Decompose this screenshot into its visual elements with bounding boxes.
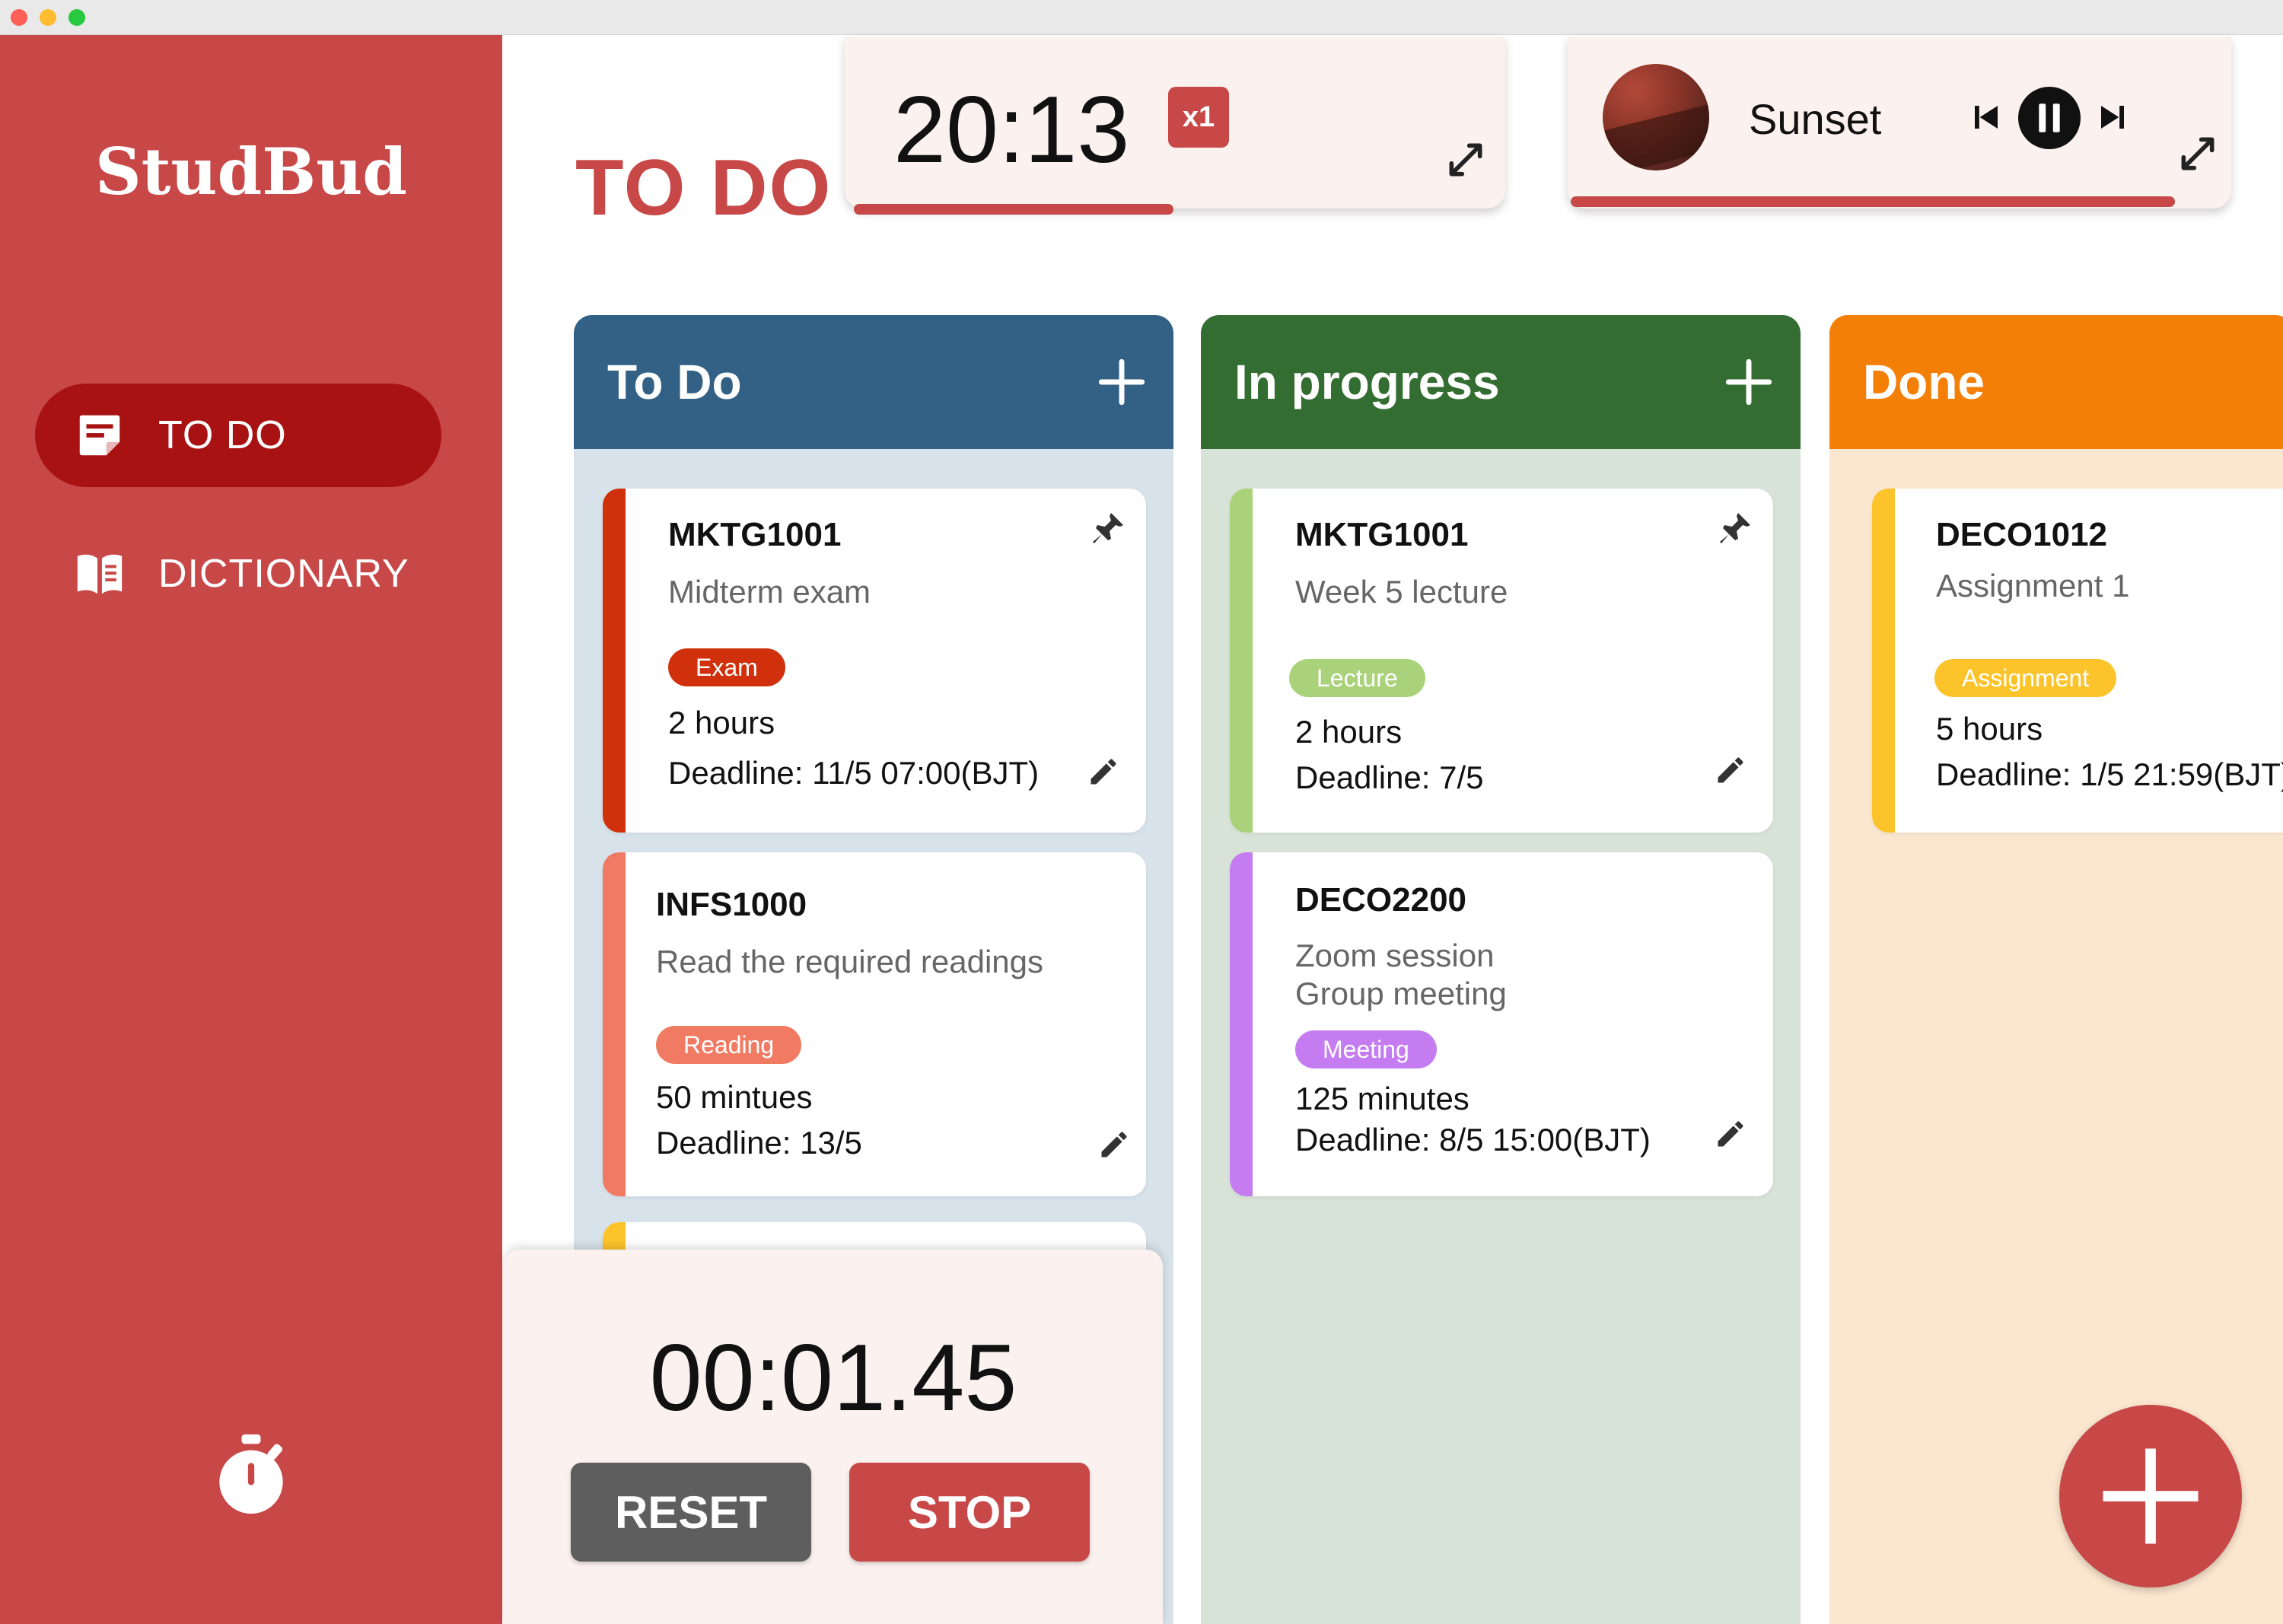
course-code: MKTG1001 <box>668 516 842 553</box>
card-color-stripe <box>1230 852 1253 1196</box>
column-header: Done <box>1829 315 2283 449</box>
add-task-button[interactable] <box>2059 1405 2242 1587</box>
task-deadline: Deadline: 8/5 15:00(BJT) <box>1295 1122 1651 1157</box>
stop-button[interactable]: STOP <box>849 1463 1090 1562</box>
edit-icon[interactable] <box>1087 755 1120 788</box>
maximize-window-button[interactable] <box>68 9 85 26</box>
task-deadline: Deadline: 1/5 21:59(BJT) <box>1936 756 2283 792</box>
add-icon <box>2103 1448 2199 1544</box>
sidebar-item-label: TO DO <box>158 413 287 457</box>
edit-icon[interactable] <box>1097 1128 1131 1161</box>
course-code: INFS1000 <box>656 886 807 923</box>
task-duration: 2 hours <box>1295 714 1403 750</box>
task-tag: Lecture <box>1289 659 1425 697</box>
expand-icon[interactable] <box>2176 132 2219 175</box>
sidebar-item-label: DICTIONARY <box>158 552 409 596</box>
next-track-icon[interactable] <box>2097 102 2128 132</box>
task-card[interactable]: INFS1000 Read the required readings Read… <box>603 852 1146 1196</box>
card-color-stripe <box>1872 489 1895 833</box>
task-tag: Assignment <box>1934 659 2117 697</box>
course-code: DECO2200 <box>1295 881 1467 919</box>
task-duration: 2 hours <box>668 705 775 740</box>
music-progress-bar <box>1571 196 2175 207</box>
column-title: Done <box>1863 355 1985 409</box>
add-icon[interactable] <box>1097 358 1146 406</box>
stopwatch-icon[interactable] <box>213 1434 289 1517</box>
task-duration: 5 hours <box>1936 711 2043 747</box>
task-description: Midterm exam <box>668 574 871 610</box>
speed-badge[interactable]: x1 <box>1168 87 1229 148</box>
task-card[interactable]: MKTG1001 Midterm exam Exam 2 hours Deadl… <box>603 489 1146 833</box>
card-color-stripe <box>603 852 626 1196</box>
task-tag: Meeting <box>1295 1030 1437 1068</box>
note-icon <box>79 415 120 456</box>
task-card[interactable]: DECO2200 Zoom session Group meeting Meet… <box>1230 852 1773 1196</box>
sidebar-item-todo[interactable]: TO DO <box>35 384 441 487</box>
sidebar: StudBud TO DO DICTIONARY <box>0 35 502 1624</box>
window-titlebar <box>0 0 2283 35</box>
expand-icon[interactable] <box>1444 139 1487 181</box>
course-code: MKTG1001 <box>1295 516 1469 553</box>
column-title: In progress <box>1234 355 1500 409</box>
task-description: Group meeting <box>1295 976 1507 1011</box>
music-player-widget[interactable]: Sunset <box>1568 37 2231 209</box>
app-logo: StudBud <box>94 134 408 209</box>
column-title: To Do <box>607 355 742 409</box>
task-description: Assignment 1 <box>1936 568 2130 603</box>
edit-icon[interactable] <box>1714 1117 1747 1151</box>
stopwatch-panel: 00:01.45 RESET STOP <box>504 1250 1163 1624</box>
task-deadline: Deadline: 11/5 07:00(BJT) <box>668 755 1040 791</box>
card-color-stripe <box>603 489 626 833</box>
task-tag: Reading <box>656 1026 802 1064</box>
album-art <box>1603 64 1709 170</box>
course-code: DECO1012 <box>1936 516 2108 553</box>
task-duration: 50 mintues <box>656 1079 813 1115</box>
add-icon[interactable] <box>1724 358 1773 406</box>
column-header: In progress <box>1201 315 1801 449</box>
task-deadline: Deadline: 7/5 <box>1295 759 1484 795</box>
task-tag: Exam <box>668 648 785 686</box>
pin-icon[interactable] <box>1090 510 1126 546</box>
pause-icon[interactable] <box>2018 87 2081 149</box>
task-deadline: Deadline: 13/5 <box>656 1125 862 1161</box>
previous-track-icon[interactable] <box>1971 102 2001 132</box>
book-icon <box>77 554 123 594</box>
task-card[interactable]: DECO1012 Assignment 1 Assignment 5 hours… <box>1872 489 2283 833</box>
task-description: Read the required readings <box>656 944 1044 979</box>
task-duration: 125 minutes <box>1295 1081 1469 1116</box>
timer-time: 20:13 <box>893 78 1130 183</box>
task-card[interactable]: MKTG1001 Week 5 lecture Lecture 2 hours … <box>1230 489 1773 833</box>
minimize-window-button[interactable] <box>40 9 56 26</box>
sidebar-item-dictionary[interactable]: DICTIONARY <box>35 522 441 626</box>
task-description: Zoom session <box>1295 938 1495 973</box>
track-name: Sunset <box>1749 95 1882 143</box>
reset-button[interactable]: RESET <box>571 1463 811 1562</box>
pomodoro-timer-widget[interactable]: 20:13 x1 <box>845 37 1505 215</box>
card-color-stripe <box>1230 489 1253 833</box>
timer-progress-bar <box>854 204 1173 215</box>
task-description: Week 5 lecture <box>1295 574 1508 610</box>
stopwatch-time: 00:01.45 <box>649 1326 1017 1431</box>
column-header: To Do <box>574 315 1173 449</box>
edit-icon[interactable] <box>1714 753 1747 787</box>
page-title: TO DO <box>575 144 833 232</box>
close-window-button[interactable] <box>11 9 27 26</box>
pin-icon[interactable] <box>1717 510 1753 546</box>
